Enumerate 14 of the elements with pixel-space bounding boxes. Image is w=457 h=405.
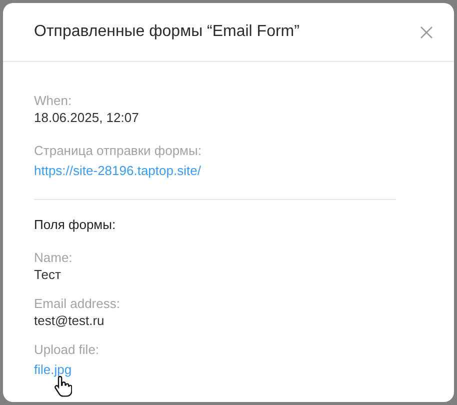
pointer-cursor-icon (54, 375, 72, 397)
file-link[interactable]: file.jpg (34, 362, 72, 377)
file-link[interactable]: https://site-28196.taptop.site/ (34, 163, 201, 178)
field-label: Name: (34, 249, 72, 266)
close-icon[interactable] (418, 24, 434, 40)
field-label: Email address: (34, 295, 120, 312)
field-value: test@test.ru (34, 312, 104, 329)
field-value: Тест (34, 266, 61, 283)
dialog-title: Отправленные формы “Email Form” (34, 22, 300, 42)
field-label: When: (34, 92, 72, 109)
section-title: Поля формы: (34, 216, 117, 233)
field-label: Страница отправки формы: (34, 142, 202, 159)
field-value: 18.06.2025, 12:07 (34, 109, 139, 126)
field-label: Upload file: (34, 341, 100, 358)
